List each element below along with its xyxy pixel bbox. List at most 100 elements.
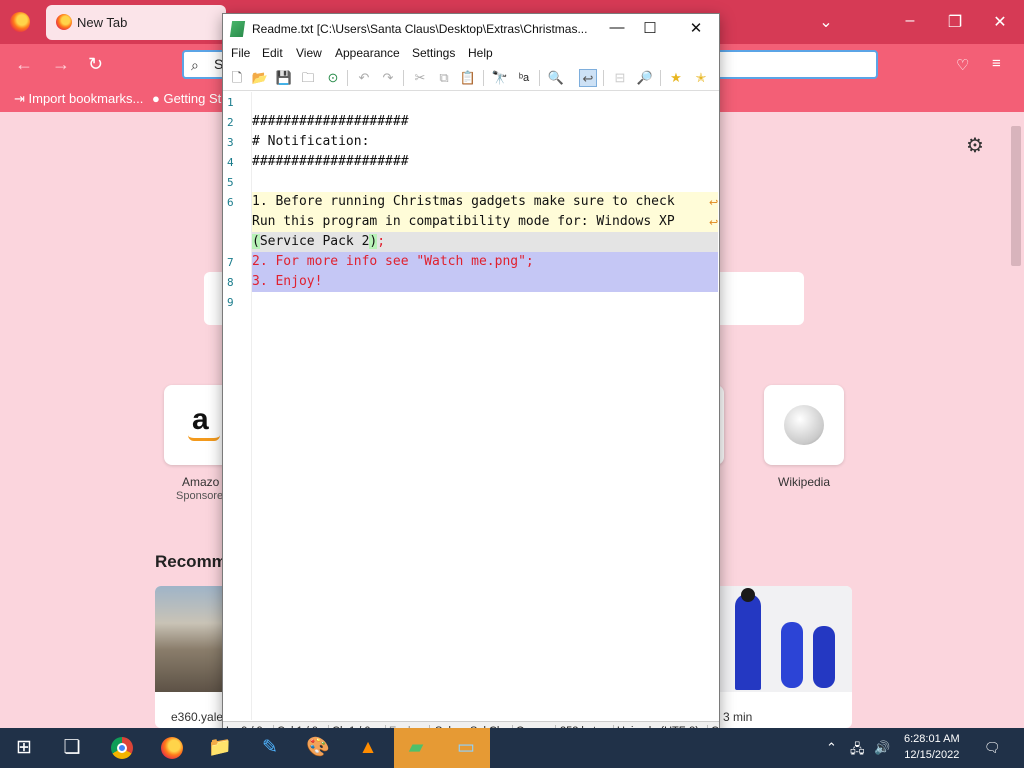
recommended-card-1-source: e360.yale [171,710,224,724]
code-line-6-wrap-2[interactable]: Run this program in compatibility mode f… [252,212,718,232]
line-number: 1 [227,96,234,109]
favorites-icon[interactable]: ★ [667,69,685,87]
add-favorite-icon[interactable]: ✭ [692,69,710,87]
firefox-tab-new-tab[interactable]: New Tab [46,5,226,40]
firefox-logo [161,737,183,759]
code-line-7-selected[interactable]: 2. For more info see "Watch me.png"; [252,252,718,272]
line-number: 8 [227,276,234,289]
wikipedia-globe-icon [784,405,824,445]
zoom-icon[interactable]: 🔍 [547,69,565,87]
code-line-6-wrap-1[interactable]: 1. Before running Christmas gadgets make… [252,192,718,212]
firefox-tab-icon [56,14,72,30]
line-number: 3 [227,136,234,149]
code-line-6-wrap-3[interactable]: (Service Pack 2); [252,232,718,252]
save-icon[interactable]: 💾 [275,69,293,87]
notepad-taskbar-icon[interactable]: ▰ [402,734,430,762]
back-icon[interactable]: ← [15,54,33,75]
scrollbar-thumb[interactable] [1011,126,1021,266]
menu-help[interactable]: Help [468,46,493,60]
firefox-taskbar-icon[interactable] [158,734,186,762]
toolbar-separator [483,70,484,86]
line-number: 5 [227,176,234,189]
word-wrap-icon[interactable]: ↩ [579,69,597,87]
forward-icon[interactable]: → [52,54,70,75]
minimize-button[interactable]: — [602,19,632,39]
toolbar-separator [347,70,348,86]
menu-edit[interactable]: Edit [262,46,283,60]
notepad-toolbar: 🗋 📂 💾 🗀 ⊙ ↶ ↷ ✂ ⧉ 📋 🔭 ᵇa 🔍 ↩ ⊟ 🔎 ★ ✭ [223,65,719,91]
toolbar-separator [660,70,661,86]
new-file-icon[interactable]: 🗋 [228,69,246,87]
menu-bar: File Edit View Appearance Settings Help [223,44,719,64]
save-as-icon[interactable]: 🗀 [299,69,317,87]
app-menu-icon[interactable]: ≡ [992,55,1001,72]
show-hidden-icons-icon[interactable]: ⌃ [826,740,837,756]
chrome-logo-center [117,743,127,753]
vlc-icon[interactable]: ▲ [354,734,382,762]
undo-icon[interactable]: ↶ [355,69,373,87]
chrome-icon[interactable] [108,734,136,762]
close-button[interactable]: ✕ [681,19,711,39]
amazon-smile-icon [188,435,220,441]
search-icon: ⌕ [191,57,199,73]
copy-icon[interactable]: ⧉ [435,69,453,87]
top-site-wikipedia-label: Wikipedia [778,475,831,489]
menu-file[interactable]: File [231,46,250,60]
code-line-4[interactable]: #################### [252,152,718,172]
clock-date: 12/15/2022 [904,749,960,761]
zoom-out-icon[interactable]: ⊟ [611,69,629,87]
bookmark-import[interactable]: ⇥ Import bookmarks... [14,91,143,107]
replace-icon[interactable]: ᵇa [515,69,533,87]
redo-icon[interactable]: ↷ [379,69,397,87]
file-explorer-icon[interactable]: 📁 [206,734,234,762]
menu-settings[interactable]: Settings [412,46,455,60]
browse-icon[interactable]: ⊙ [324,69,342,87]
taskbar-clock[interactable]: 6:28:01 AM 12/15/2022 [904,731,960,763]
figure-shape [813,626,835,688]
gear-icon[interactable]: ⚙ [966,133,984,158]
open-folder-icon[interactable]: 📂 [251,69,269,87]
notepad-titlebar[interactable]: Readme.txt [C:\Users\Santa Claus\Desktop… [223,14,719,44]
page-scrollbar[interactable] [1008,112,1024,728]
pen-tool-icon[interactable]: ✎ [256,734,284,762]
recommended-card-2-readtime: 3 min [723,710,753,724]
notification-center-icon[interactable]: 🗨 [984,740,1001,756]
toolbar-separator [403,70,404,86]
restore-browser-button[interactable]: ❐ [945,12,965,32]
line-number: 4 [227,156,234,169]
wrap-indicator-icon: ↩ [709,197,719,209]
brace-match-open: ( [252,234,260,249]
minimize-browser-button[interactable]: – [900,12,920,30]
list-all-tabs-icon[interactable]: ⌄ [816,12,836,32]
paste-icon[interactable]: 📋 [459,69,477,87]
code-line-2[interactable]: #################### [252,112,718,132]
notepad-app-icon [229,21,246,37]
window-app-icon[interactable]: ▭ [452,734,480,762]
menu-appearance[interactable]: Appearance [335,46,400,60]
figure-shape [781,622,803,688]
find-icon[interactable]: 🔭 [491,69,509,87]
task-view-icon[interactable]: ❏ [58,734,86,762]
code-line-8-selected[interactable]: 3. Enjoy! [252,272,718,292]
recommended-card-2[interactable]: 3 min [705,586,852,728]
close-browser-button[interactable]: ✕ [990,12,1010,32]
cut-icon[interactable]: ✂ [411,69,429,87]
firefox-logo-icon [10,12,30,32]
reload-icon[interactable]: ↻ [88,54,103,75]
zoom-in-icon[interactable]: 🔎 [636,69,654,87]
network-icon[interactable]: 🖧 [850,740,865,762]
top-site-wikipedia[interactable] [764,385,844,465]
paint-icon[interactable]: 🎨 [304,734,332,762]
windows-start-icon[interactable]: ⊞ [10,734,38,762]
code-semicolon: ; [377,234,386,249]
figure-head [741,588,755,602]
windows-taskbar [0,728,1024,768]
maximize-button[interactable]: ☐ [635,19,665,39]
volume-icon[interactable]: 🔊 [874,740,890,756]
pocket-icon[interactable]: ♡ [956,56,969,74]
bookmark-getting-started[interactable]: ● Getting St [152,91,221,106]
top-site-amazon-label: Amazo [182,475,220,489]
amazon-logo-icon: a [192,403,209,436]
menu-view[interactable]: View [296,46,322,60]
code-line-3[interactable]: # Notification: [252,132,718,152]
